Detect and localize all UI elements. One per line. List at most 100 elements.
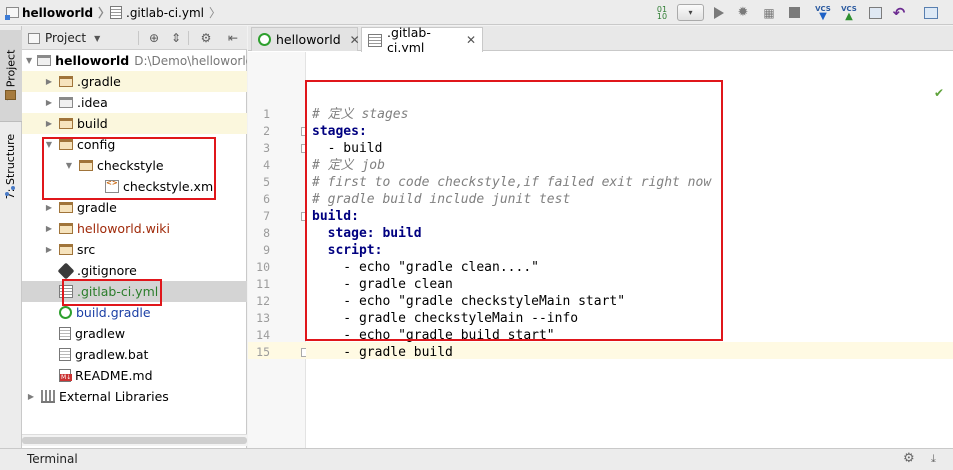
hide-panel-icon[interactable]: ⇤ [225, 30, 241, 46]
tree-item-external-libraries[interactable]: ▶ External Libraries [22, 386, 247, 407]
tree-item-gradlew[interactable]: gradlew [22, 323, 247, 344]
breadcrumb-separator-icon: 〉 [208, 6, 221, 20]
stop-icon [788, 7, 800, 18]
minimize-icon[interactable]: ⤓ [931, 452, 936, 466]
tree-item-label: .idea [77, 95, 108, 110]
breadcrumb-project[interactable]: helloworld 〉 [5, 4, 110, 21]
code-area[interactable]: # 定义 stages stages: - build # 定义 job # f… [306, 52, 953, 448]
gear-icon[interactable]: ⚙ [903, 451, 915, 466]
vcs-history-button[interactable] [866, 4, 884, 21]
code-line: - gradle clean [312, 277, 453, 292]
tree-item-readme[interactable]: README.md [22, 365, 247, 386]
tree-item-checkstyle-folder[interactable]: ▼ checkstyle [22, 155, 247, 176]
line-number: 10 [256, 260, 270, 274]
project-panel: Project ▼ ⊕ ⇕ ⚙ ⇤ ▼ helloworld D:\Demo\h… [22, 26, 247, 448]
tab-label: helloworld [276, 32, 341, 47]
line-number: 3 [263, 141, 270, 155]
tree-item-build-gradle[interactable]: build.gradle [22, 302, 247, 323]
text-file-icon [59, 327, 71, 340]
tree-item-path: D:\Demo\helloworld [134, 53, 247, 68]
close-icon[interactable]: ✕ [350, 33, 360, 47]
scrollbar-thumb[interactable] [22, 437, 247, 444]
gear-icon[interactable]: ⚙ [198, 30, 214, 46]
tool-window-strip: 1: Project 7: Structure [0, 26, 22, 448]
coverage-button[interactable]: ▦ [760, 4, 778, 21]
chevron-right-icon: ▶ [45, 119, 53, 128]
folder-icon [59, 76, 73, 87]
chevron-down-icon: ▼ [26, 56, 33, 65]
tree-item-checkstyle-xml[interactable]: checkstyle.xml [22, 176, 247, 197]
settings-button[interactable] [922, 4, 940, 21]
tree-item-gradle-hidden[interactable]: ▶ .gradle [22, 71, 247, 92]
yml-file-icon [59, 285, 73, 298]
yml-file-icon [368, 33, 382, 47]
tree-item-config[interactable]: ▼ config [22, 134, 247, 155]
chevron-down-icon: ▼ [65, 161, 73, 170]
scroll-from-source-icon[interactable]: ⊕ [146, 30, 162, 46]
structure-icon [5, 186, 16, 196]
folder-icon [59, 139, 73, 150]
close-icon[interactable]: ✕ [466, 33, 476, 47]
code-line: - build [312, 141, 383, 156]
horizontal-scrollbar[interactable] [22, 434, 247, 446]
play-icon [714, 6, 724, 19]
bug-icon: ✹ [737, 5, 749, 20]
tree-item-label: gradle [77, 200, 117, 215]
arrow-down-icon: ▼ [819, 10, 827, 22]
terminal-tab[interactable]: Terminal [27, 452, 78, 466]
stop-button[interactable] [785, 4, 803, 21]
revert-button[interactable]: ↶ [890, 4, 908, 22]
tree-item-build[interactable]: ▶ build [22, 113, 247, 134]
chevron-right-icon: ▶ [45, 77, 53, 86]
folder-icon [59, 223, 73, 234]
tree-item-label: .gradle [77, 74, 121, 89]
run-button[interactable] [710, 4, 728, 21]
gradle-icon [59, 306, 72, 319]
tab-helloworld[interactable]: helloworld ✕ [251, 27, 360, 51]
tree-item-label: .gitlab-ci.yml [77, 284, 159, 299]
breadcrumb-file-label: .gitlab-ci.yml [126, 5, 204, 20]
tree-item-label: External Libraries [59, 389, 169, 404]
tree-item-gitignore[interactable]: .gitignore [22, 260, 247, 281]
tree-item-label: README.md [75, 368, 153, 383]
tree-item-label: .gitignore [77, 263, 137, 278]
tree-item-wiki[interactable]: ▶ helloworld.wiki [22, 218, 247, 239]
tree-item-root[interactable]: ▼ helloworld D:\Demo\helloworld [22, 50, 247, 71]
line-number: 7 [263, 209, 270, 223]
project-view-selector[interactable]: Project ▼ [28, 29, 100, 47]
editor: helloworld ✕ .gitlab-ci.yml ✕ 1 2 3 4 5 … [248, 25, 953, 448]
tree-item-src[interactable]: ▶ src [22, 239, 247, 260]
tree-item-label: config [77, 137, 116, 152]
code-line: build: [312, 209, 359, 224]
chevron-right-icon: ▶ [27, 392, 35, 401]
vcs-commit-button[interactable]: VCS ▲ [840, 4, 858, 22]
tree-item-idea[interactable]: ▶ .idea [22, 92, 247, 113]
tree-item-label: gradlew [75, 326, 126, 341]
tree-item-gradlew-bat[interactable]: gradlew.bat [22, 344, 247, 365]
breadcrumb-file[interactable]: .gitlab-ci.yml 〉 [110, 4, 221, 21]
tab-gitlab-ci[interactable]: .gitlab-ci.yml ✕ [361, 25, 483, 55]
code-line: script: [312, 243, 383, 258]
debug-button[interactable]: ✹ [734, 4, 752, 21]
line-number: 9 [263, 243, 270, 257]
code-line: - echo "gradle build start" [312, 328, 555, 343]
text-file-icon [59, 348, 71, 361]
tab-label: .gitlab-ci.yml [387, 25, 431, 55]
code-line: # first to code checkstyle,if failed exi… [312, 175, 712, 190]
line-number: 1 [263, 107, 270, 121]
collapse-all-icon[interactable]: ⇕ [168, 30, 184, 46]
vcs-update-button[interactable]: VCS ▼ [814, 4, 832, 22]
bottom-tool-bar: Terminal ⚙ ⤓ [0, 448, 953, 470]
project-tool-tab[interactable]: 1: Project [0, 30, 22, 122]
chevron-right-icon: ▶ [45, 245, 53, 254]
line-number: 4 [263, 158, 270, 172]
folder-icon [79, 160, 93, 171]
make-project-icon[interactable]: 01 10 [653, 4, 671, 21]
code-line: - gradle build [312, 345, 453, 360]
run-configuration-dropdown[interactable]: ▾ [677, 4, 704, 21]
folder-icon [59, 202, 73, 213]
tree-item-label: helloworld.wiki [77, 221, 171, 236]
coverage-icon: ▦ [763, 5, 775, 20]
tree-item-gitlab-ci[interactable]: .gitlab-ci.yml [22, 281, 247, 302]
tree-item-gradle[interactable]: ▶ gradle [22, 197, 247, 218]
